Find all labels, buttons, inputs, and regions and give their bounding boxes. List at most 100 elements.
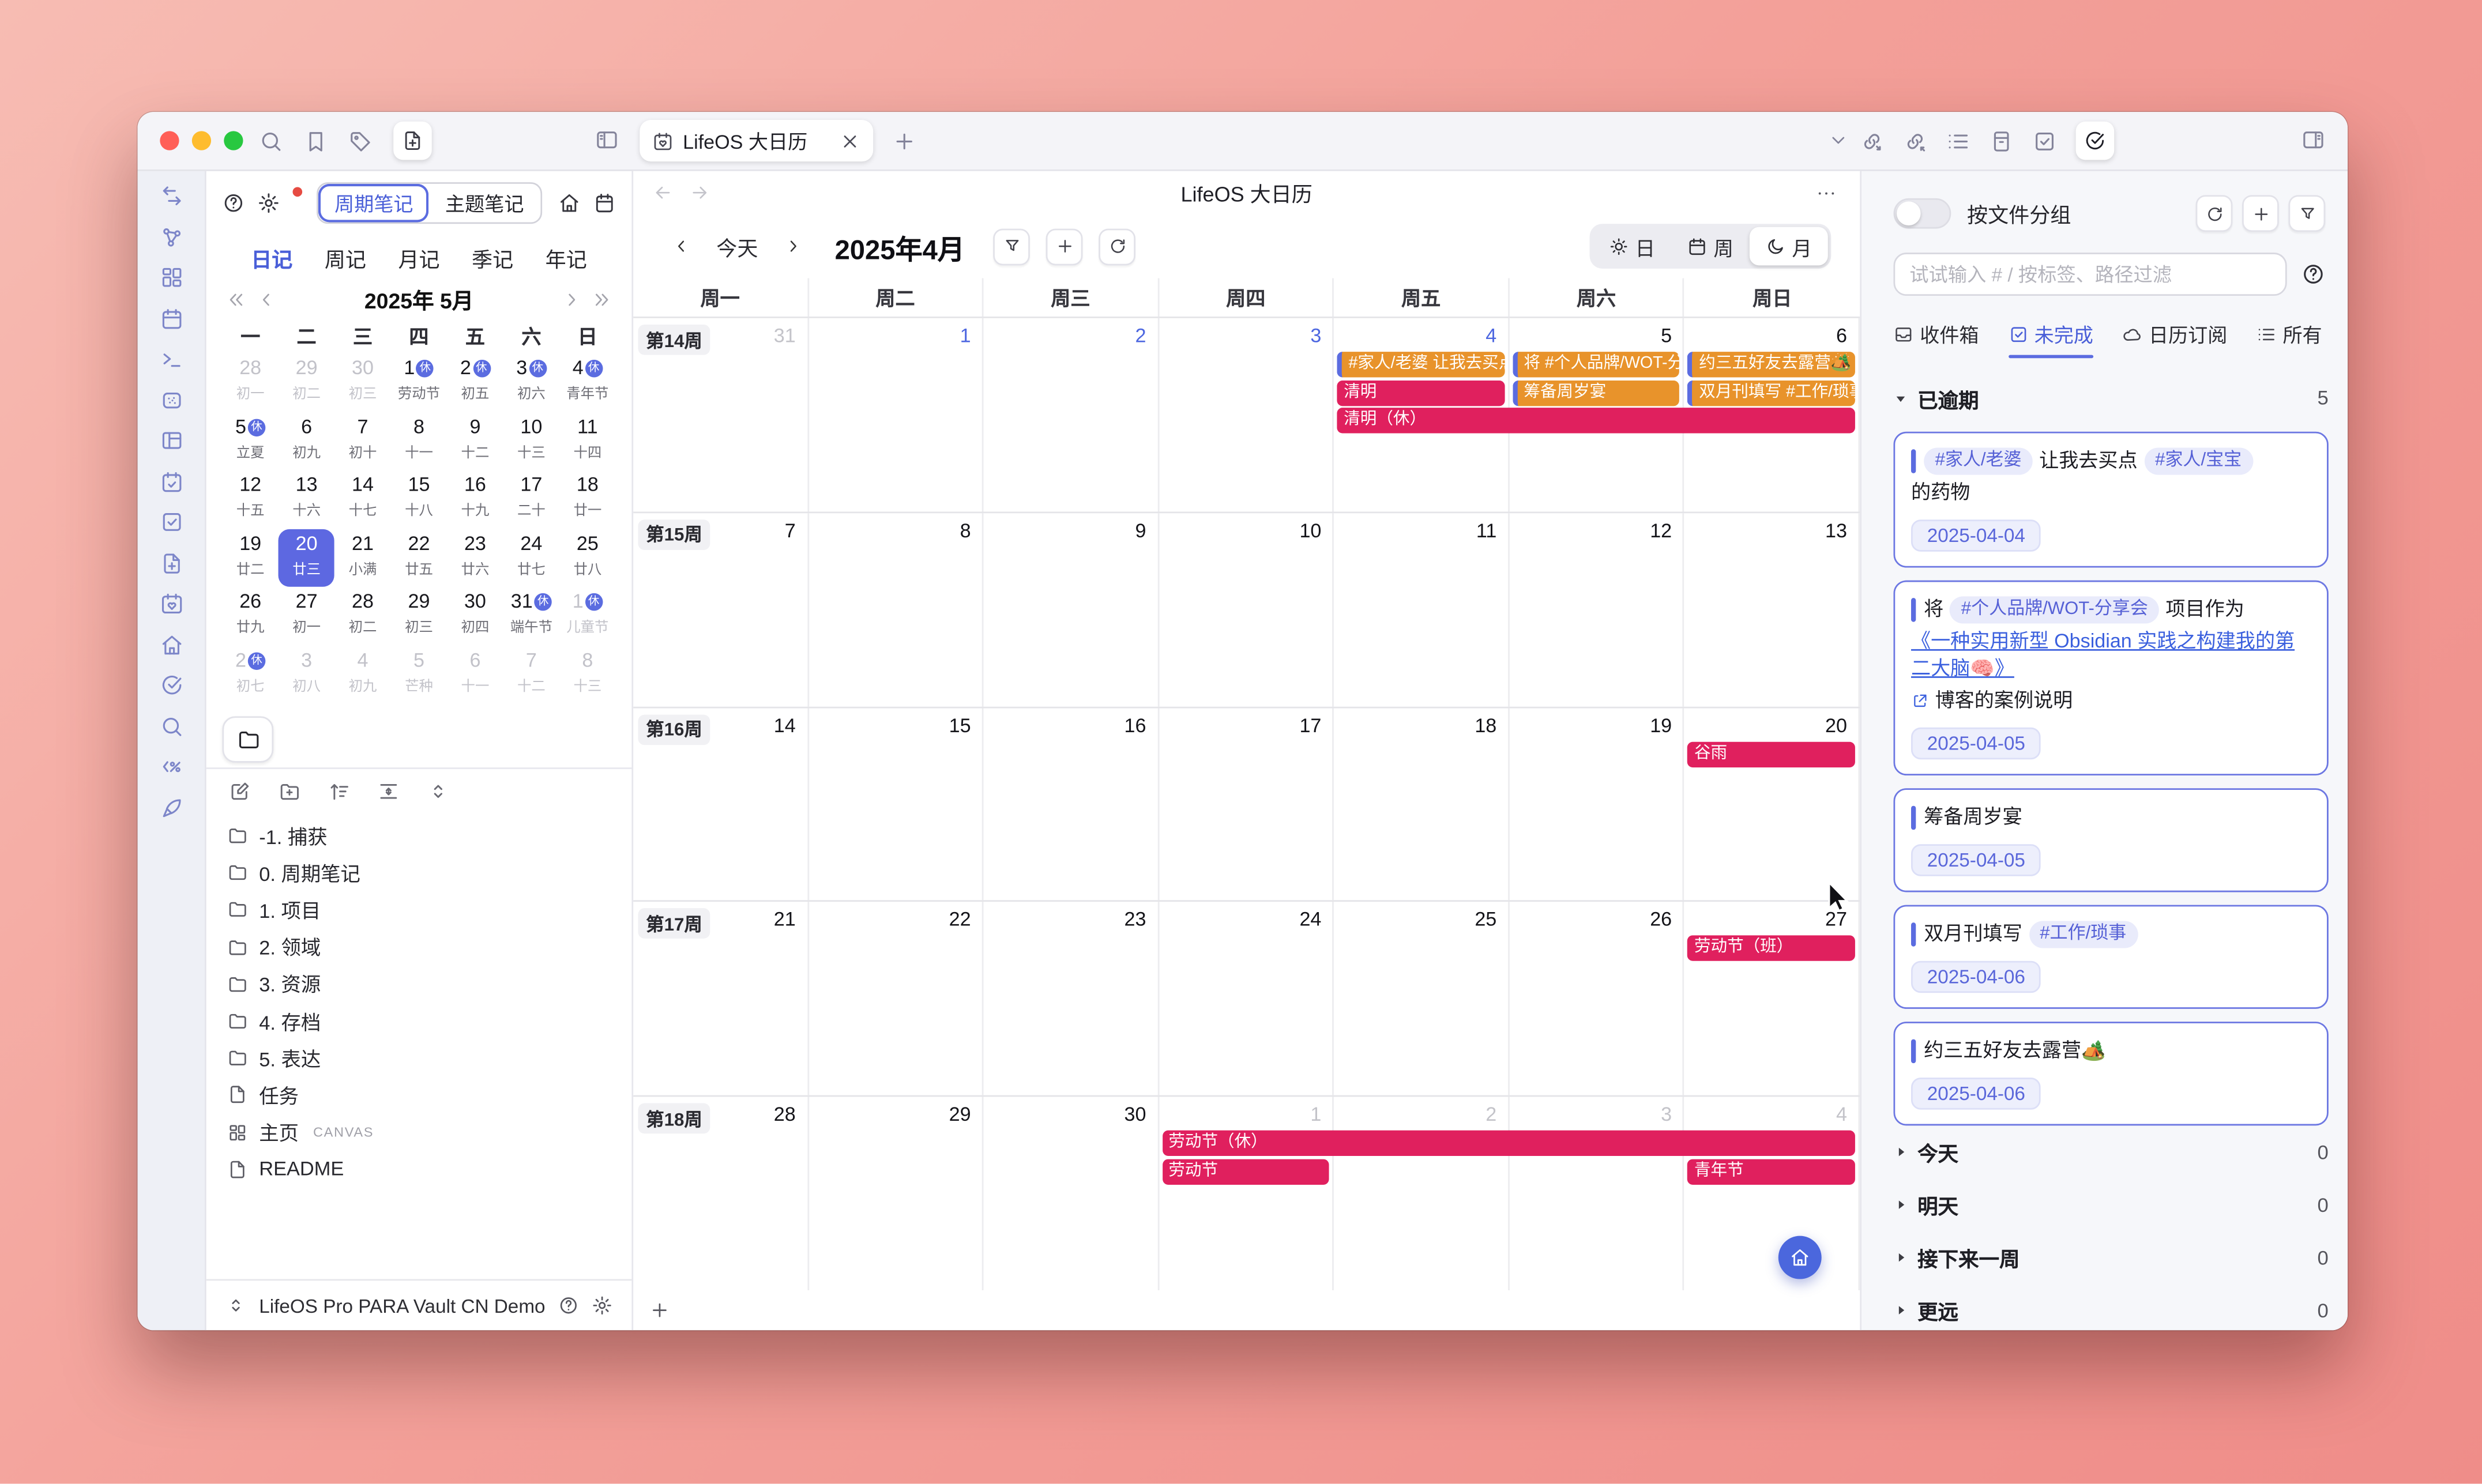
calendar-box-icon[interactable] [593, 192, 616, 214]
day-cell[interactable]: 16 [984, 707, 1159, 901]
check-square-icon[interactable] [159, 510, 183, 534]
mini-day[interactable]: 17二十 [503, 470, 559, 528]
mini-day[interactable]: 31休端午节 [503, 587, 559, 645]
task-tab-0[interactable]: 收件箱 [1893, 320, 1979, 359]
today-button[interactable]: 今天 [716, 231, 758, 262]
mini-day[interactable]: 12十五 [222, 470, 278, 528]
mini-day[interactable]: 29初二 [279, 353, 334, 412]
external-link-icon[interactable] [1911, 692, 1929, 710]
tasks-filter-button[interactable] [2288, 195, 2325, 232]
mini-day[interactable]: 14十七 [334, 470, 390, 528]
task-tab-1[interactable]: 未完成 [2008, 320, 2093, 359]
day-cell[interactable]: 29 [808, 1097, 984, 1290]
calendar-event[interactable]: 谷雨 [1688, 741, 1855, 767]
cycle-tab-2[interactable]: 月记 [398, 242, 439, 273]
mini-day[interactable]: 13十六 [279, 470, 334, 528]
task-section[interactable]: 明天0 [1893, 1178, 2328, 1231]
new-note-icon[interactable] [229, 780, 251, 803]
task-tag[interactable]: #个人品牌/WOT-分享会 [1950, 596, 2159, 623]
cycle-tab-1[interactable]: 周记 [325, 242, 366, 273]
task-section[interactable]: 接下来一周0 [1893, 1231, 2328, 1284]
day-cell[interactable]: 23 [984, 902, 1159, 1095]
day-cell[interactable]: 1 [808, 318, 984, 511]
day-cell[interactable]: 2 [1334, 1097, 1510, 1290]
task-section[interactable]: 更远0 [1893, 1284, 2328, 1330]
overdue-section-header[interactable]: 已逾期 5 [1893, 377, 2328, 419]
calendar-event[interactable]: #家人/老婆 让我去买点 [1337, 352, 1505, 377]
task-card[interactable]: 双月刊填写#工作/琐事2025-04-06 [1893, 905, 2328, 1009]
switcher-icon[interactable] [159, 184, 183, 208]
layout-dashboard-icon[interactable] [159, 265, 183, 289]
cycle-tab-4[interactable]: 年记 [546, 242, 587, 273]
window-controls[interactable] [160, 131, 243, 150]
tree-item[interactable]: README [206, 1151, 632, 1188]
prev-year-icon[interactable] [225, 289, 246, 310]
day-cell[interactable]: 20 [1684, 707, 1860, 901]
mini-day[interactable]: 19廿二 [222, 529, 278, 587]
day-cell[interactable]: 17 [1159, 707, 1334, 901]
search-icon[interactable] [259, 129, 283, 153]
home-icon[interactable] [159, 632, 183, 657]
day-number[interactable]: 2 [1135, 325, 1146, 347]
next-year-icon[interactable] [592, 289, 612, 310]
mini-day[interactable]: 8十三 [559, 645, 615, 703]
task-card[interactable]: 筹备周岁宴2025-04-05 [1893, 788, 2328, 892]
tree-item[interactable]: 5. 表达 [206, 1039, 632, 1076]
calendar-check-icon[interactable] [159, 469, 183, 494]
view-日[interactable]: 日 [1593, 227, 1671, 266]
mini-day[interactable]: 15十八 [391, 470, 447, 528]
day-number[interactable]: 4 [1486, 325, 1496, 347]
calendar-heart-icon[interactable] [159, 592, 183, 616]
day-cell[interactable]: 26 [1509, 902, 1684, 1095]
task-view-button[interactable] [2076, 122, 2115, 160]
calendar-event[interactable]: 双月刊填写 #工作/琐事 [1688, 380, 1855, 405]
day-cell[interactable]: 1 [1159, 1097, 1334, 1290]
calendar-event[interactable]: 劳动节 [1162, 1159, 1329, 1184]
new-folder-icon[interactable] [279, 780, 301, 803]
mini-day[interactable]: 3初八 [279, 645, 334, 703]
home-icon[interactable] [558, 192, 581, 214]
filter-button[interactable] [994, 228, 1031, 265]
day-cell[interactable]: 30 [984, 1097, 1159, 1290]
cycle-tab-3[interactable]: 季记 [472, 242, 513, 273]
calendar-event[interactable]: 劳动节（班） [1688, 936, 1855, 961]
terminal-icon[interactable] [159, 347, 183, 371]
note-tab-0[interactable]: 周期笔记 [318, 184, 429, 223]
outgoing-links-icon[interactable] [1860, 129, 1884, 153]
task-tag[interactable]: #家人/宝宝 [2144, 447, 2253, 474]
mini-day[interactable]: 16十九 [447, 470, 503, 528]
mini-day[interactable]: 10十三 [503, 412, 559, 470]
prev-month-icon[interactable] [256, 289, 277, 310]
day-cell[interactable]: 2 [984, 318, 1159, 511]
tree-item[interactable]: 4. 存档 [206, 1003, 632, 1039]
tree-item[interactable]: 3. 资源 [206, 965, 632, 1002]
day-cell[interactable]: 3 [1159, 318, 1334, 511]
vault-help-icon[interactable] [558, 1295, 579, 1316]
day-number[interactable]: 1 [960, 325, 971, 347]
tree-item[interactable]: 主页CANVAS [206, 1114, 632, 1151]
day-cell[interactable]: 18 [1334, 707, 1510, 901]
task-card[interactable]: 约三五好友去露营🏕️2025-04-06 [1893, 1022, 2328, 1125]
panel-layout-icon[interactable] [159, 428, 183, 453]
mini-day[interactable]: 23廿六 [447, 529, 503, 587]
cycle-tab-0[interactable]: 日记 [251, 242, 292, 273]
day-number[interactable]: 3 [1310, 325, 1321, 347]
add-event-button[interactable] [1046, 228, 1083, 265]
add-row-icon[interactable] [649, 1300, 670, 1321]
prev-icon[interactable] [672, 236, 691, 255]
day-cell[interactable]: 12 [1509, 513, 1684, 706]
share-graph-icon[interactable] [159, 225, 183, 249]
tasks-add-button[interactable] [2242, 195, 2279, 232]
task-section[interactable]: 今天0 [1893, 1125, 2328, 1178]
task-tab-2[interactable]: 日历订阅 [2122, 320, 2227, 359]
tree-item[interactable]: -1. 捕获 [206, 817, 632, 854]
archive-icon[interactable] [1990, 129, 2014, 153]
mini-day[interactable]: 24廿七 [503, 529, 559, 587]
mini-day[interactable]: 26廿九 [222, 587, 278, 645]
day-cell[interactable]: 19 [1509, 707, 1684, 901]
mini-day[interactable]: 21小满 [334, 529, 390, 587]
task-due-date[interactable]: 2025-04-05 [1911, 728, 2041, 759]
tree-item[interactable]: 1. 项目 [206, 891, 632, 928]
mini-day[interactable]: 4休青年节 [559, 353, 615, 412]
bookmark-icon[interactable] [304, 129, 328, 153]
